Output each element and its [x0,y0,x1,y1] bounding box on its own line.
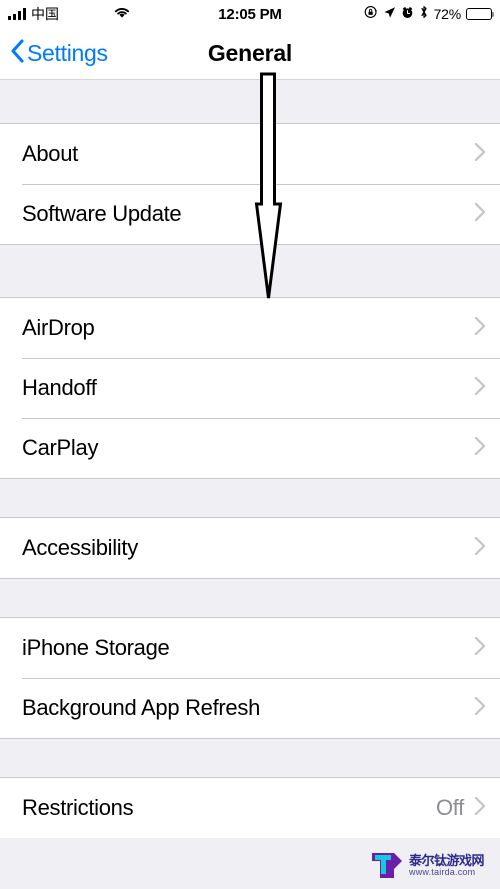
settings-list: About Software Update AirDrop Handoff Ca… [0,80,500,838]
status-bar-left: 中国 [8,4,131,24]
navigation-bar: Settings General [0,28,500,80]
settings-section-1: About Software Update [0,124,500,244]
settings-section-4: iPhone Storage Background App Refresh [0,618,500,738]
watermark-url: www.tairda.com [409,867,476,878]
row-label: Handoff [22,375,97,400]
section-gap-3 [0,578,500,618]
chevron-right-icon [474,796,486,821]
row-value: Off [435,795,464,820]
settings-row-about[interactable]: About [0,124,500,184]
settings-row-iphone-storage[interactable]: iPhone Storage [0,618,500,678]
chevron-right-icon [474,202,486,227]
battery-icon [466,8,495,20]
settings-row-handoff[interactable]: Handoff [0,358,500,418]
watermark-text: 泰尔钛游戏网 www.tairda.com [409,853,485,878]
row-label: Background App Refresh [22,695,260,720]
chevron-right-icon [474,436,486,461]
alarm-clock-icon [401,6,414,23]
settings-row-accessibility[interactable]: Accessibility [0,518,500,578]
row-label: iPhone Storage [22,635,170,660]
row-label: CarPlay [22,435,99,460]
row-accessory [474,636,486,661]
row-label: Software Update [22,201,182,226]
location-arrow-icon [383,6,396,23]
row-accessory [474,436,486,461]
row-accessory [474,376,486,401]
chevron-right-icon [474,376,486,401]
settings-row-software-update[interactable]: Software Update [0,184,500,244]
chevron-right-icon [474,142,486,167]
watermark: 泰尔钛游戏网 www.tairda.com [360,843,500,889]
section-gap-4 [0,738,500,778]
row-label: Accessibility [22,535,138,560]
settings-section-5: Restrictions Off [0,778,500,838]
carrier-label: 中国 [31,6,59,22]
settings-row-carplay[interactable]: CarPlay [0,418,500,478]
row-accessory [474,202,486,227]
settings-section-3: Accessibility [0,518,500,578]
section-gap-top [0,80,500,124]
settings-row-background-app-refresh[interactable]: Background App Refresh [0,678,500,738]
chevron-right-icon [474,696,486,721]
settings-section-2: AirDrop Handoff CarPlay [0,298,500,478]
row-accessory [474,316,486,341]
row-label: About [22,141,78,166]
status-bar-right: 72% [364,5,495,23]
wifi-icon [113,6,131,23]
bluetooth-icon [419,5,429,23]
back-button-label: Settings [27,40,108,66]
section-gap-1 [0,244,500,298]
settings-row-airdrop[interactable]: AirDrop [0,298,500,358]
rotation-lock-icon [364,5,378,23]
back-button[interactable]: Settings [0,39,108,68]
status-bar: 中国 12:05 PM 72% [0,0,500,28]
row-accessory [474,536,486,561]
row-accessory [474,142,486,167]
row-label: AirDrop [22,315,95,340]
carrier-redaction [64,6,106,22]
row-accessory [474,696,486,721]
tairda-t-logo-icon [370,847,404,886]
chevron-left-icon [10,39,24,68]
chevron-right-icon [474,316,486,341]
row-label: Restrictions [22,795,134,820]
signal-bars-icon [8,8,26,20]
chevron-right-icon [474,636,486,661]
watermark-site-name: 泰尔钛游戏网 [409,853,485,869]
chevron-right-icon [474,536,486,561]
battery-percent-label: 72% [433,6,462,22]
section-gap-2 [0,478,500,518]
settings-row-restrictions[interactable]: Restrictions Off [0,778,500,838]
row-accessory: Off [436,795,486,821]
